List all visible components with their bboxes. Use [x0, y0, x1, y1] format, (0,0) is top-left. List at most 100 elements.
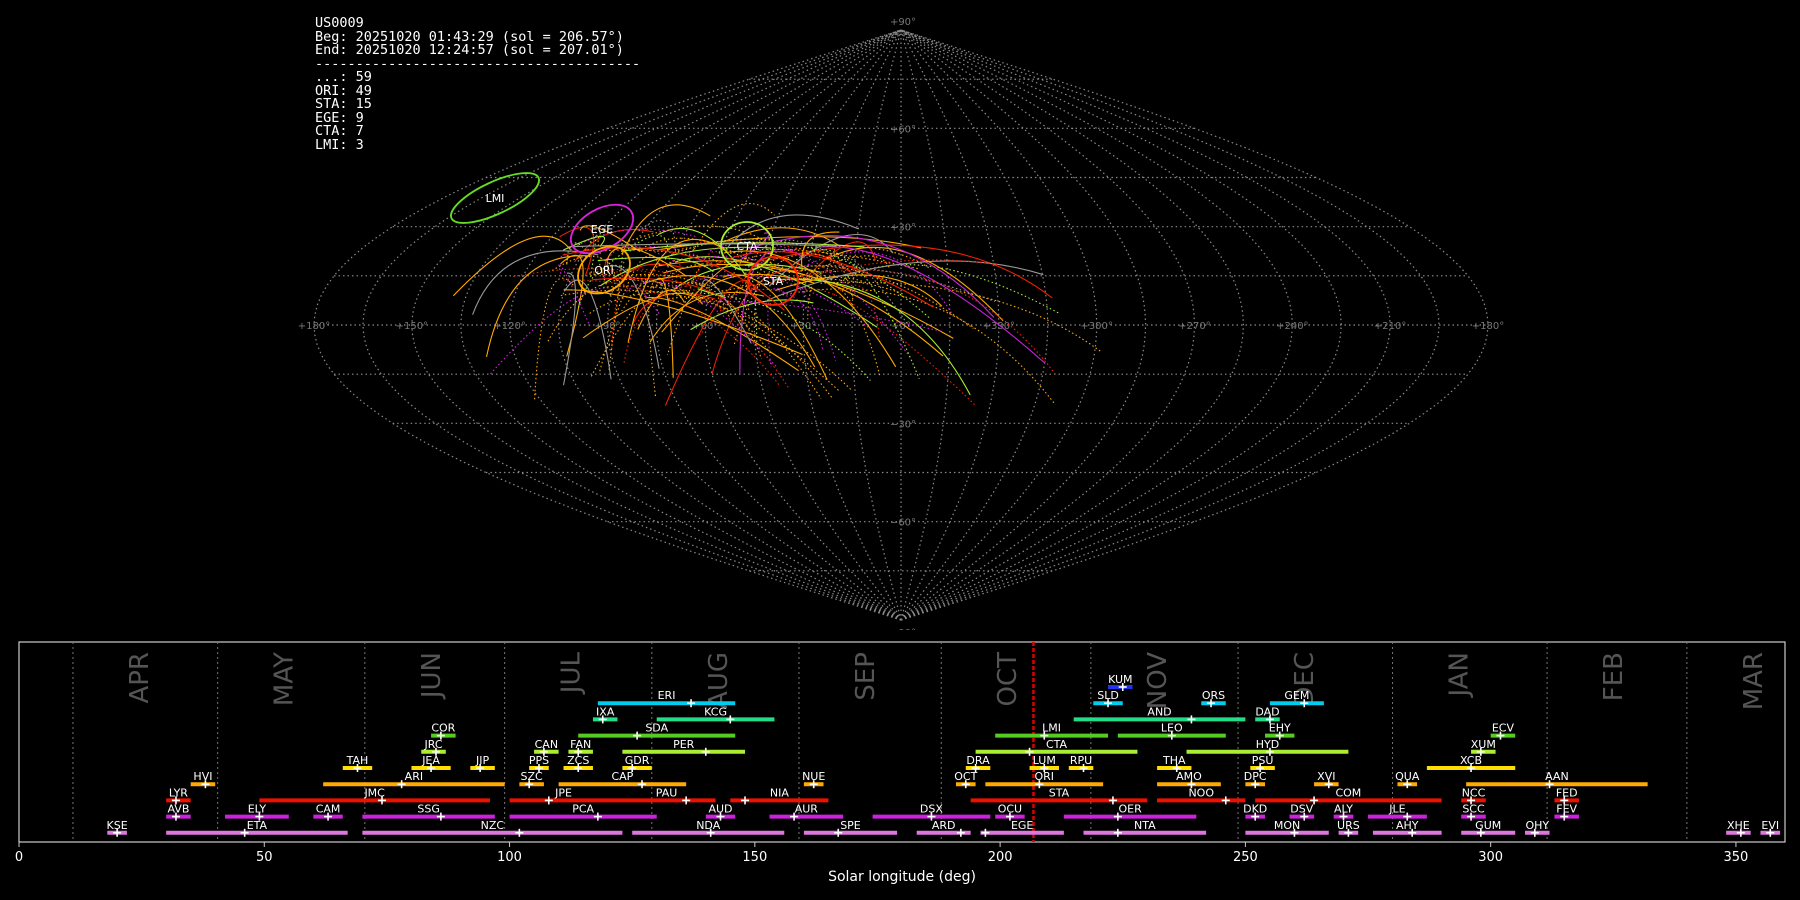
shower-label: GUM [1475, 819, 1501, 832]
shower-label: LMI [1042, 722, 1061, 735]
shower-label: SPE [840, 819, 861, 832]
shower-label: NZC [481, 819, 505, 832]
shower-label: LUM [1033, 754, 1056, 767]
latitude-label: −30° [890, 419, 916, 430]
shower-label: NUE [802, 770, 825, 783]
longitude-label: +270° [1178, 321, 1210, 332]
shower-label: SZC [521, 770, 544, 783]
shower-label: AVB [167, 803, 189, 816]
meteor-trail [723, 250, 897, 368]
shower-label: JEA [421, 754, 440, 767]
shower-label: AMO [1176, 770, 1202, 783]
shower-label: AAN [1545, 770, 1569, 783]
shower-label: AUD [708, 803, 732, 816]
shower-label: OCT [954, 770, 977, 783]
shower-label: DSV [1290, 803, 1313, 816]
radiant-label-lmi: LMI [486, 192, 505, 205]
meteor-trail [668, 296, 833, 399]
shower-label: AND [1147, 705, 1171, 718]
month-label-feb: FEB [1599, 652, 1629, 701]
shower-evi: EVI [1760, 819, 1781, 837]
x-tick-label: 200 [988, 850, 1013, 865]
x-axis-title: Solar longitude (deg) [828, 869, 976, 885]
shower-label: LYR [169, 786, 188, 799]
meteor-trail [533, 277, 574, 402]
month-label-may: MAY [270, 652, 300, 706]
month-label-jun: JUN [417, 652, 447, 700]
shower-label: FAN [570, 738, 591, 751]
shower-label: OCU [998, 803, 1022, 816]
shower-label: DAD [1255, 705, 1279, 718]
shower-label: OER [1118, 803, 1142, 816]
meridian-line [900, 29, 1391, 621]
shower-kse: KSE [107, 819, 128, 837]
meteor-trail [611, 286, 631, 351]
latitude-label: +90° [890, 17, 916, 28]
x-tick-label: 100 [497, 850, 522, 865]
month-label-nov: NOV [1143, 652, 1173, 709]
shower-tah: TAH [342, 754, 373, 772]
shower-label: URS [1337, 819, 1360, 832]
shower-label: PAU [656, 786, 678, 799]
shower-label: ECV [1492, 722, 1515, 735]
longitude-label: +180° [1472, 321, 1504, 332]
meteor-trail [644, 296, 799, 372]
shower-label: XCB [1460, 754, 1482, 767]
shower-label: JLE [1388, 803, 1405, 816]
shower-label: ELY [248, 803, 267, 816]
shower-label: LEO [1161, 722, 1183, 735]
x-tick-label: 50 [256, 850, 273, 865]
longitude-label: +210° [1374, 321, 1406, 332]
sky-map: +180° +150° +120° +90° +60° +30° +0° +330° +300°… [298, 17, 1504, 630]
shower-label: EGE [1011, 819, 1033, 832]
shower-label: ORI [1034, 770, 1054, 783]
shower-dpc: DPC [1244, 770, 1267, 789]
shower-label: JRC [424, 738, 443, 751]
shower-label: DPC [1244, 770, 1267, 783]
shower-label: ARI [405, 770, 423, 783]
shower-label: SDA [645, 722, 668, 735]
radiant-label-ori: ORI [594, 264, 614, 277]
shower-ors: ORS [1201, 689, 1226, 708]
x-tick-label: 350 [1724, 850, 1749, 865]
shower-label: ZCS [567, 754, 589, 767]
month-label-apr: APR [125, 652, 155, 704]
shower-ohy: OHY [1525, 819, 1550, 837]
x-tick-label: 0 [15, 850, 23, 865]
longitude-label: +330° [983, 321, 1015, 332]
shower-label: GDR [625, 754, 650, 767]
shower-label: CAN [535, 738, 558, 751]
radiant-label-ege: EGE [591, 223, 613, 236]
shower-label: PPS [529, 754, 549, 767]
meteor-trail [820, 281, 1102, 352]
shower-label: NIA [770, 786, 789, 799]
shower-label: IXA [596, 705, 615, 718]
meteor-trail [664, 280, 757, 406]
shower-label: CAP [611, 770, 633, 783]
shower-cam: CAM [313, 803, 343, 821]
shower-label: THA [1162, 754, 1186, 767]
shower-label: JIP [475, 754, 489, 767]
shower-label: ETA [247, 819, 268, 832]
month-label-aug: AUG [704, 652, 734, 709]
shower-label: PSU [1252, 754, 1274, 767]
month-label-jul: JUL [557, 651, 587, 695]
shower-timeline-chart: APR MAY JUN JUL AUG SEP OCT NOV DEC JAN FEB MARKUME… [15, 641, 1786, 885]
meteor-trail [675, 292, 871, 381]
longitude-label: +120° [493, 321, 525, 332]
shower-nue: NUE [802, 770, 825, 789]
month-label-sep: SEP [851, 652, 881, 701]
month-label-jan: JAN [1445, 652, 1475, 698]
meteor-trail [452, 235, 571, 297]
shower-label: PCA [572, 803, 594, 816]
shower-label: HVI [193, 770, 212, 783]
shower-rpu: RPU [1068, 754, 1094, 772]
shower-avb: AVB [166, 803, 191, 821]
shower-label: MON [1274, 819, 1300, 832]
meteor-trail [789, 269, 1057, 376]
shower-xhe: XHE [1726, 819, 1751, 837]
month-label-mar: MAR [1739, 652, 1769, 710]
shower-label: NCC [1462, 786, 1486, 799]
longitude-label: +90° [594, 321, 620, 332]
shower-sld: SLD [1093, 689, 1123, 708]
